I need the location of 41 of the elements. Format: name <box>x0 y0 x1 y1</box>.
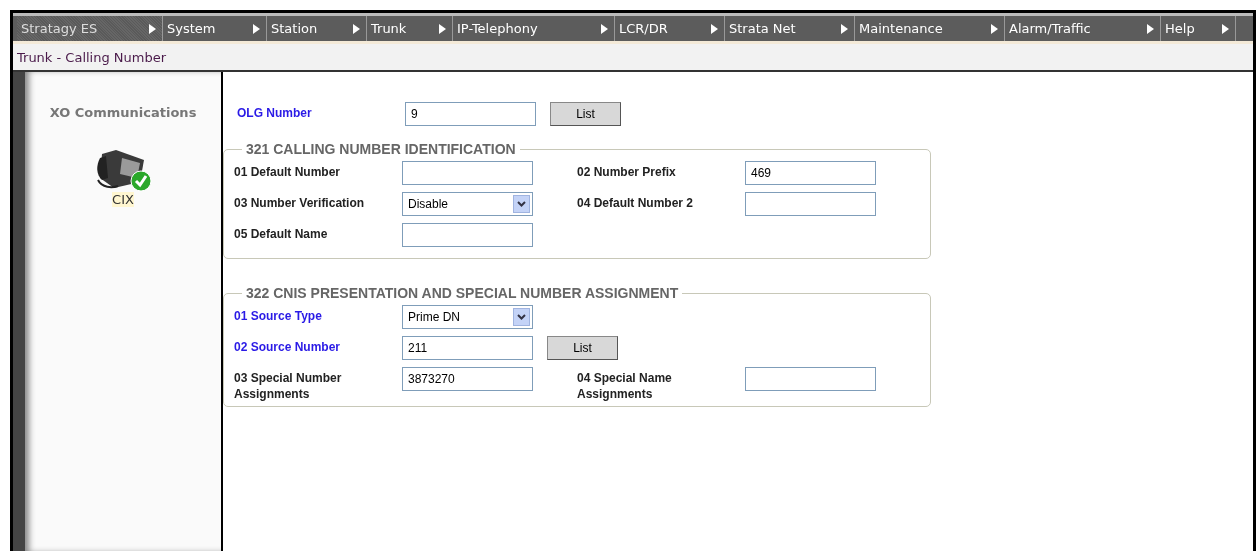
arrow-icon <box>991 23 998 34</box>
input-field[interactable] <box>402 223 533 247</box>
field-label: 03 Special Number Assignments <box>234 370 343 402</box>
arrow-icon <box>149 23 156 34</box>
field-label: 03 Number Verification <box>234 195 366 212</box>
field-label[interactable]: 02 Source Number <box>234 336 402 360</box>
input-field[interactable] <box>402 161 533 185</box>
input-field[interactable]: 211 <box>402 336 533 360</box>
field-label: 02 Number Prefix <box>577 164 677 181</box>
device-label[interactable]: CIX <box>112 192 134 207</box>
field-label: 05 Default Name <box>234 226 329 243</box>
section-title: 321 CALLING NUMBER IDENTIFICATION <box>245 141 517 157</box>
chevron-down-icon <box>513 195 530 213</box>
phone-icon[interactable] <box>94 148 152 192</box>
dropdown[interactable]: Prime DN <box>402 305 533 329</box>
arrow-icon <box>841 23 848 34</box>
section-title: 322 CNIS PRESENTATION AND SPECIAL NUMBER ASSIGNMENT <box>245 285 680 301</box>
dropdown[interactable]: Disable <box>402 192 533 216</box>
input-field[interactable]: 469 <box>745 161 876 185</box>
input-field[interactable] <box>745 367 876 391</box>
list-button[interactable]: List <box>550 102 621 126</box>
field-label: 04 Special Name Assignments <box>577 370 673 402</box>
field-label: 04 Default Number 2 <box>577 195 695 212</box>
field-label: 01 Default Number <box>234 164 342 181</box>
arrow-icon <box>1147 23 1154 34</box>
arrow-icon <box>253 23 260 34</box>
input-field[interactable]: 3873270 <box>402 367 533 391</box>
arrow-icon <box>1222 23 1229 34</box>
arrow-icon <box>601 23 608 34</box>
arrow-icon <box>711 23 718 34</box>
menu-item[interactable]: Stratagy ES <box>17 16 163 41</box>
field-label[interactable]: 01 Source Type <box>234 305 402 329</box>
list-button[interactable]: List <box>547 336 618 360</box>
input-field[interactable]: 9 <box>405 102 536 126</box>
chevron-down-icon <box>513 308 530 326</box>
field-label[interactable]: OLG Number <box>237 102 405 126</box>
breadcrumb: Trunk - Calling Number <box>17 49 167 65</box>
input-field[interactable] <box>745 192 876 216</box>
arrow-icon <box>439 23 446 34</box>
sidebar-title: XO Communications <box>49 105 197 120</box>
arrow-icon <box>353 23 360 34</box>
